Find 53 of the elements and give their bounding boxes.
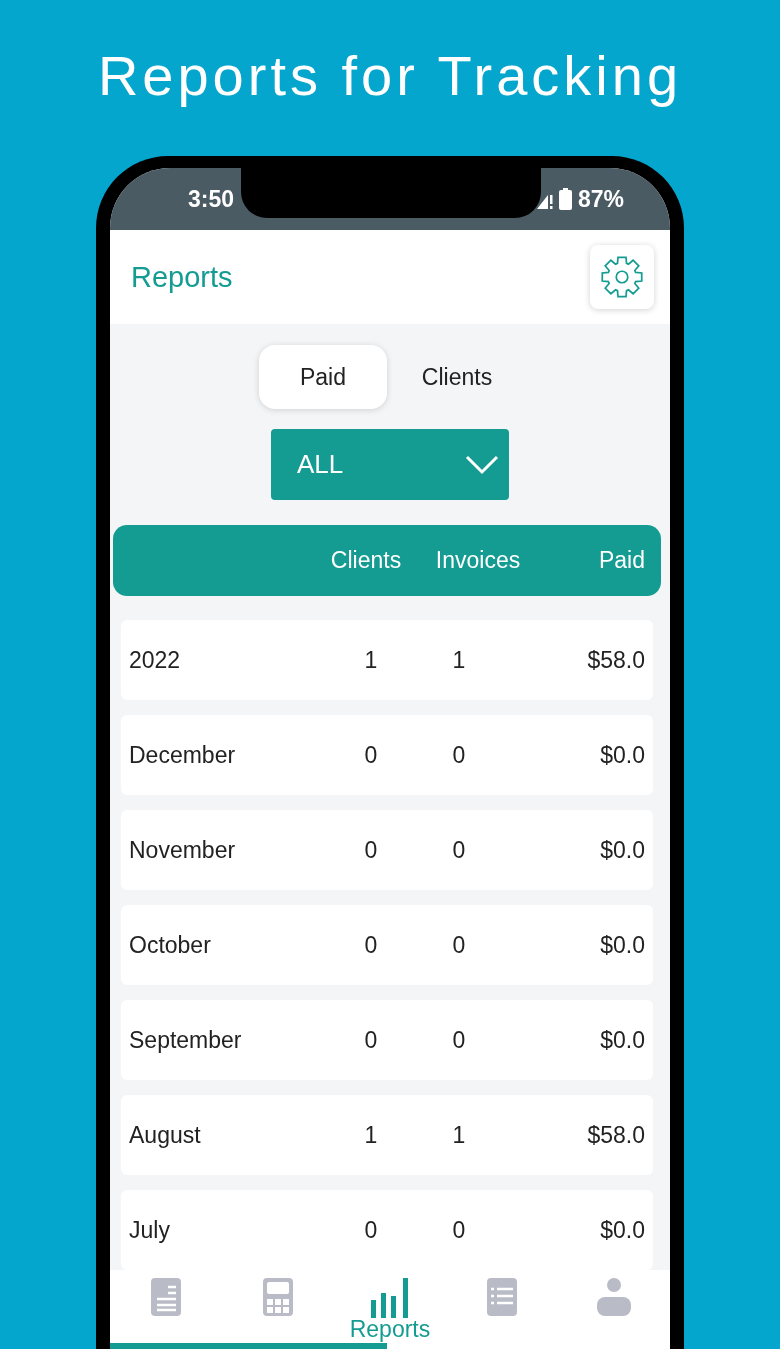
report-row[interactable]: October 0 0 $0.0: [121, 905, 653, 985]
period-label: 2022: [129, 646, 182, 674]
clients-count: 0: [363, 741, 379, 769]
period-label: October: [129, 931, 212, 959]
battery-icon: [558, 188, 572, 210]
report-row[interactable]: November 0 0 $0.0: [121, 810, 653, 890]
tab[interactable]: Paid: [259, 345, 387, 409]
invoices-count: 1: [451, 1121, 467, 1149]
period-label: July: [129, 1216, 171, 1244]
headline: Reports for Tracking: [97, 42, 683, 109]
person-icon: [597, 1278, 631, 1316]
paid-amount: $0.0: [599, 1026, 645, 1054]
calculator-icon: [263, 1278, 293, 1316]
paid-amount: $0.0: [599, 931, 645, 959]
status-time: 3:50: [188, 185, 235, 213]
paid-amount: $0.0: [599, 741, 645, 769]
battery-level: 87%: [577, 185, 624, 213]
list-icon: [487, 1278, 517, 1316]
bar-chart-icon: [371, 1278, 409, 1318]
page-title: Reports: [131, 260, 233, 294]
column-header: Clients: [329, 547, 403, 574]
document-icon: [151, 1278, 181, 1316]
settings-icon: [599, 254, 645, 300]
invoices-count: 0: [451, 1216, 467, 1244]
invoices-count: 1: [451, 646, 467, 674]
invoices-count: 0: [451, 741, 467, 769]
clients-count: 0: [363, 931, 379, 959]
clients-count: 0: [363, 836, 379, 864]
tab[interactable]: Clients: [393, 345, 521, 409]
invoices-count: 0: [451, 931, 467, 959]
column-header: Paid: [597, 547, 645, 574]
report-row[interactable]: December 0 0 $0.0: [121, 715, 653, 795]
chevron-down-icon: [465, 454, 499, 475]
invoices-count: 0: [451, 836, 467, 864]
paid-amount: $58.0: [586, 646, 645, 674]
report-row[interactable]: August 1 1 $58.0: [121, 1095, 653, 1175]
paid-amount: $0.0: [599, 1216, 645, 1244]
clients-count: 0: [363, 1026, 379, 1054]
clients-count: 1: [363, 646, 379, 674]
report-row[interactable]: 2022 1 1 $58.0: [121, 620, 653, 700]
clients-count: 1: [363, 1121, 379, 1149]
paid-amount: $0.0: [599, 836, 645, 864]
report-row[interactable]: September 0 0 $0.0: [121, 1000, 653, 1080]
period-label: December: [129, 741, 237, 769]
paid-amount: $58.0: [586, 1121, 645, 1149]
period-label: November: [129, 836, 237, 864]
settings-button[interactable]: [590, 245, 654, 309]
period-label: September: [129, 1026, 243, 1054]
invoices-count: 0: [451, 1026, 467, 1054]
period-label: August: [129, 1121, 202, 1149]
column-header: Invoices: [434, 547, 522, 574]
report-row[interactable]: July 0 0 $0.0: [121, 1190, 653, 1270]
clients-count: 0: [363, 1216, 379, 1244]
